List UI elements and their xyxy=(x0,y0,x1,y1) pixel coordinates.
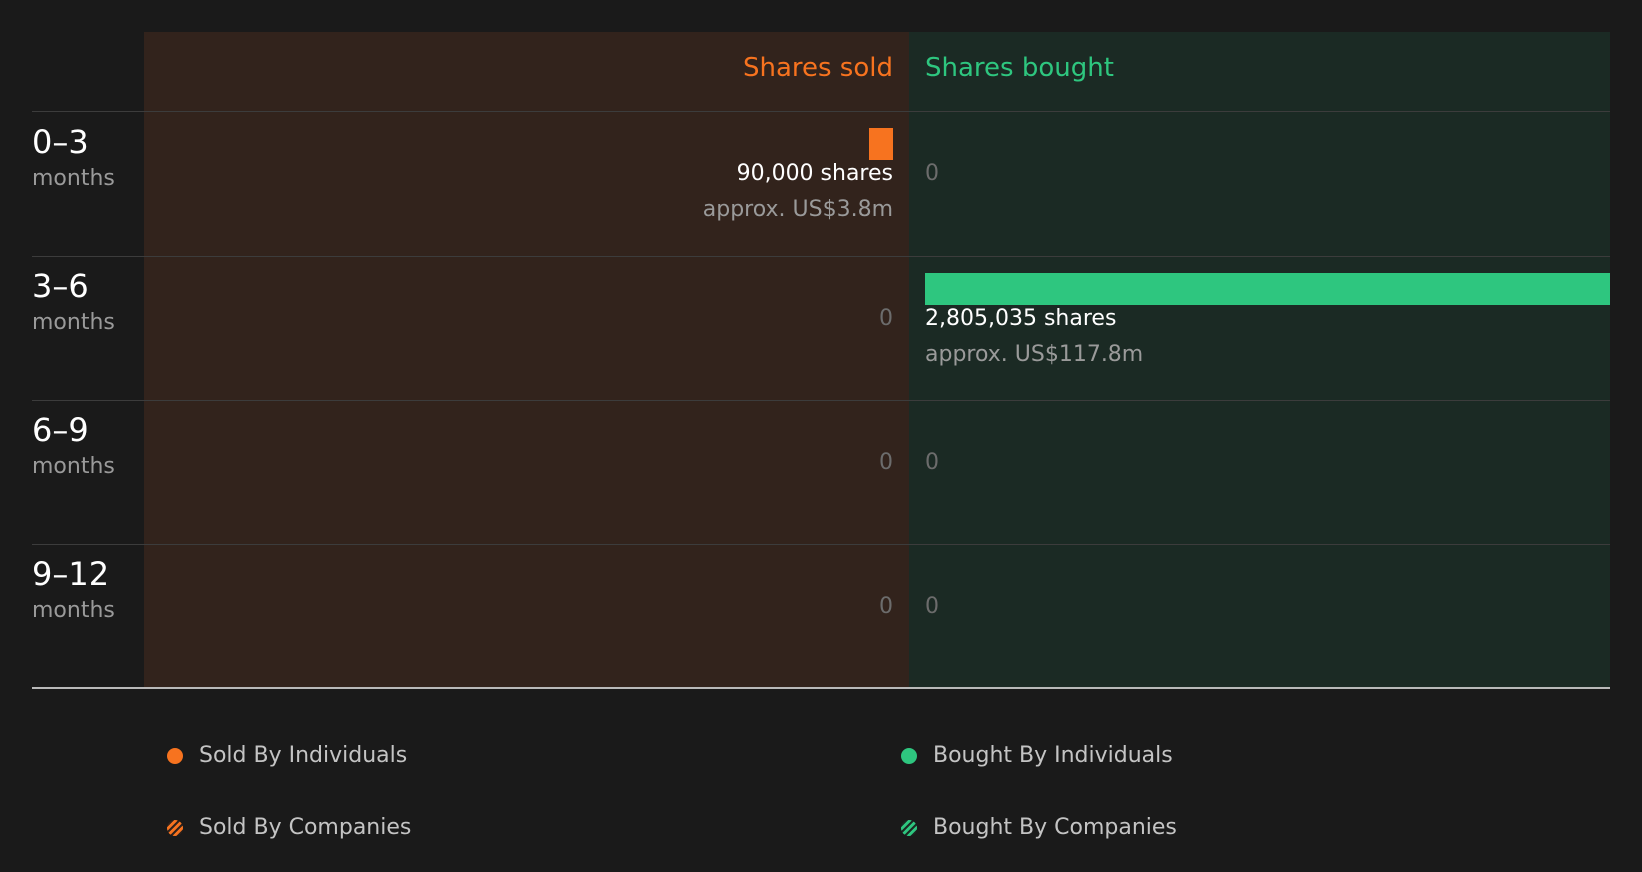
period-unit: months xyxy=(32,310,115,335)
period-label: 3–6 months xyxy=(32,267,115,337)
period-label: 0–3 months xyxy=(32,123,115,193)
period-range: 3–6 xyxy=(32,267,89,305)
sold-approx-label: approx. US$3.8m xyxy=(702,197,893,222)
bought-value-label: 2,805,035 shares xyxy=(925,306,1117,331)
legend-label: Sold By Individuals xyxy=(199,743,408,768)
legend-label: Bought By Individuals xyxy=(933,743,1173,768)
row-divider xyxy=(32,256,1610,257)
sold-bar xyxy=(869,128,893,160)
period-range: 0–3 xyxy=(32,123,89,161)
legend-label: Sold By Companies xyxy=(199,815,412,840)
chart-baseline xyxy=(32,687,1610,689)
legend-hatched-swatch-icon xyxy=(901,820,917,836)
legend-item-sold-companies: Sold By Companies xyxy=(167,814,411,842)
period-label: 9–12 months xyxy=(32,555,115,625)
period-range: 9–12 xyxy=(32,555,110,593)
period-unit: months xyxy=(32,454,115,479)
legend-swatch-icon xyxy=(167,748,183,764)
sold-zero-label: 0 xyxy=(879,450,893,475)
period-unit: months xyxy=(32,166,115,191)
bought-zero-label: 0 xyxy=(925,450,939,475)
legend-label: Bought By Companies xyxy=(933,815,1177,840)
legend-hatched-swatch-icon xyxy=(167,820,183,836)
legend-item-bought-companies: Bought By Companies xyxy=(901,814,1177,842)
bought-bar xyxy=(925,273,1610,305)
sold-value-label: 90,000 shares xyxy=(736,161,893,186)
bought-approx-label: approx. US$117.8m xyxy=(925,342,1144,367)
period-label: 6–9 months xyxy=(32,411,115,481)
row-divider xyxy=(32,400,1610,401)
sold-zero-label: 0 xyxy=(879,306,893,331)
bought-zero-label: 0 xyxy=(925,594,939,619)
row-divider xyxy=(32,544,1610,545)
legend-swatch-icon xyxy=(901,748,917,764)
sold-zero-label: 0 xyxy=(879,594,893,619)
period-range: 6–9 xyxy=(32,411,89,449)
row-divider xyxy=(32,111,1610,112)
legend-item-bought-individuals: Bought By Individuals xyxy=(901,742,1173,770)
period-unit: months xyxy=(32,598,115,623)
sold-column-background xyxy=(144,32,909,688)
sold-column-header: Shares sold xyxy=(742,53,893,83)
bought-column-header: Shares bought xyxy=(925,53,1114,83)
insider-trading-chart: Shares sold Shares bought 0–3 months 3–6… xyxy=(0,0,1642,872)
legend-item-sold-individuals: Sold By Individuals xyxy=(167,742,407,770)
bought-zero-label: 0 xyxy=(925,161,939,186)
